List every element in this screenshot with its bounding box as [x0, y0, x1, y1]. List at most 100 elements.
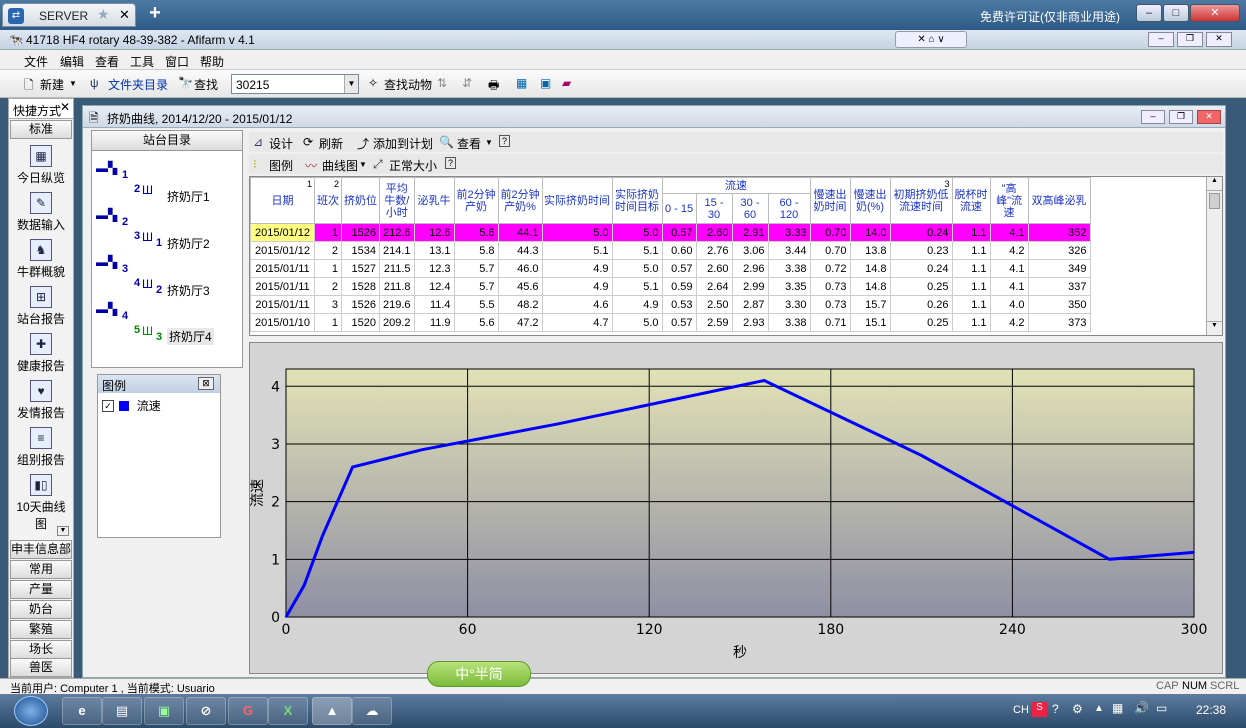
table-row[interactable]: 2015/01/11 1 1527 211.5 12.3 5.7 46.0 4.9 5.0 0.5… [250, 259, 1091, 278]
add-to-plan-button[interactable]: 添加到计划 [373, 135, 433, 152]
legend-checkbox[interactable]: ✓ [102, 399, 114, 412]
browser-g-icon[interactable]: G [228, 697, 268, 725]
ie-icon[interactable]: e [62, 697, 102, 725]
close-button[interactable]: ✕ [1190, 4, 1240, 22]
start-button[interactable] [14, 696, 48, 726]
app-minimize-button[interactable]: – [1148, 32, 1174, 47]
help-icon[interactable]: ? [499, 135, 510, 147]
table-row[interactable]: 2015/01/11 3 1526 219.6 11.4 5.5 48.2 4.6 4.9 0.5… [250, 295, 1091, 314]
col-yield-2min-pct[interactable]: 前2分钟产奶% [497, 177, 543, 224]
favorite-star-icon[interactable]: ★ [97, 6, 110, 23]
shortcut-heat-report[interactable]: ♥ 发情报告 [9, 380, 73, 421]
afifarm-taskbar-icon[interactable]: ▲ [312, 697, 352, 725]
shortcut-health-report[interactable]: ✚ 健康报告 [9, 333, 73, 374]
shortcut-group-standard[interactable]: 标准 [10, 120, 72, 139]
tree-parlor-1[interactable]: 挤奶厅1 [167, 188, 210, 205]
col-double-peak[interactable]: 双高峰泌乳 [1027, 177, 1091, 224]
table-row[interactable]: 2015/01/11 2 1528 211.8 12.4 5.7 45.6 4.9 5.1 0.5… [250, 277, 1091, 296]
tree-parlor-4[interactable]: 挤奶厅4 [167, 328, 214, 345]
design-button[interactable]: 设计 [269, 135, 293, 152]
volume-icon[interactable]: 🔊 [1134, 701, 1149, 715]
new-dropdown-icon[interactable]: ▼ [69, 79, 77, 88]
close-icon[interactable]: ✕ [60, 100, 70, 114]
col-slow-pct[interactable]: 慢速出奶(%) [849, 177, 891, 224]
scroll-down-icon[interactable]: ▼ [1207, 321, 1222, 335]
view-dropdown-icon[interactable]: ▼ [485, 138, 493, 147]
app-green-icon[interactable]: ▣ [144, 697, 184, 725]
menu-help[interactable]: 帮助 [200, 53, 224, 70]
legend-toggle-button[interactable]: 图例 [269, 157, 293, 174]
tree-header[interactable]: 站台目录 [92, 131, 242, 151]
refresh-button[interactable]: 刷新 [319, 135, 343, 152]
menu-view[interactable]: 查看 [95, 53, 119, 70]
group-button-4[interactable]: 奶台 [10, 600, 72, 619]
col-flow-30-60[interactable]: 30 - 60 [731, 193, 769, 224]
view-button[interactable]: 查看 [457, 135, 481, 152]
legend-close-icon[interactable]: ⊠ [198, 377, 214, 390]
menu-tools[interactable]: 工具 [130, 53, 154, 70]
new-tab-icon[interactable]: + [145, 3, 165, 25]
view-controls[interactable]: ✕ ⌂ ∨ [895, 31, 967, 48]
col-flow-0-15[interactable]: 0 - 15 [661, 193, 697, 224]
chevron-down-icon[interactable]: ▼ [344, 75, 358, 93]
col-initial-low[interactable]: 3 初期挤奶低流速时间 [889, 177, 953, 224]
col-flow-15-30[interactable]: 15 - 30 [695, 193, 733, 224]
book-icon[interactable]: ▰ [562, 76, 571, 90]
group-button-7[interactable]: 兽医 [10, 658, 72, 677]
vertical-scrollbar[interactable]: ▲ ▼ [1206, 177, 1222, 335]
doc-minimize-button[interactable]: – [1141, 110, 1165, 124]
curve-dropdown-icon[interactable]: ▼ [359, 160, 367, 169]
table-row[interactable]: 2015/01/12 2 1534 214.1 13.1 5.8 44.3 5.1 5.1 0.6… [250, 241, 1091, 260]
col-detach[interactable]: 脱杯时流速 [951, 177, 991, 224]
new-button[interactable]: 新建 [40, 76, 64, 93]
scroll-down-icon[interactable]: ▼ [57, 526, 69, 536]
explorer-icon[interactable]: ▤ [102, 697, 142, 725]
maximize-button[interactable]: □ [1163, 4, 1189, 22]
tile-icon[interactable]: ▦ [516, 76, 527, 90]
col-avg-cows[interactable]: 平均牛数/小时 [379, 177, 415, 224]
cloud-app-icon[interactable]: ☁ [352, 697, 392, 725]
shortcut-herd-overview[interactable]: ♞ 牛群概貌 [9, 239, 73, 280]
ime-indicator[interactable]: 中°半简 [427, 661, 531, 687]
language-indicator[interactable]: CH [1013, 704, 1029, 716]
find-animal-button[interactable]: 查找动物 [384, 76, 432, 93]
search-combobox[interactable]: 30215 ▼ [231, 74, 359, 94]
cascade-icon[interactable]: ▣ [540, 76, 551, 90]
table-row[interactable]: 2015/01/10 1 1520 209.2 11.9 5.6 47.2 4.7 5.0 0.5… [250, 313, 1091, 332]
print-icon[interactable]: 🖶 [488, 76, 499, 97]
col-shift[interactable]: 2 班次 [314, 177, 342, 224]
doc-restore-button[interactable]: ❐ [1169, 110, 1193, 124]
excel-icon[interactable]: X [268, 697, 308, 725]
normal-size-button[interactable]: 正常大小 [389, 157, 437, 174]
table-row[interactable]: 2015/01/12 1 1526 212.6 12.6 5.6 44.1 5.0 5.0 0.5… [250, 223, 1091, 242]
curve-chart-button[interactable]: 曲线图 [322, 157, 358, 174]
scroll-thumb[interactable] [1209, 193, 1220, 209]
col-lactating[interactable]: 泌乳牛 [413, 177, 455, 224]
app-circle-icon[interactable]: ⊘ [186, 697, 226, 725]
app-close-button[interactable]: ✕ [1206, 32, 1232, 47]
col-target[interactable]: 实际挤奶时间目标 [611, 177, 663, 224]
col-flow-group[interactable]: 流速 [661, 177, 811, 194]
shortcut-group-report[interactable]: ≡ 组别报告 [9, 427, 73, 468]
group-button-3[interactable]: 产量 [10, 580, 72, 599]
shortcut-data-entry[interactable]: ✎ 数据输入 [9, 192, 73, 233]
menu-window[interactable]: 窗口 [165, 53, 189, 70]
find-button[interactable]: 查找 [194, 76, 218, 93]
group-button-6[interactable]: 场长 [10, 640, 72, 659]
minimize-button[interactable]: – [1136, 4, 1162, 22]
tree-parlor-3[interactable]: 挤奶厅3 [167, 282, 210, 299]
clock[interactable]: 22:38 [1196, 703, 1226, 717]
help-tray-icon[interactable]: ? [1052, 702, 1059, 716]
col-date[interactable]: 1 日期 [250, 177, 315, 224]
close-tab-icon[interactable]: ✕ [119, 7, 130, 23]
shortcut-today-overview[interactable]: ▦ 今日纵览 [9, 145, 73, 186]
scroll-up-icon[interactable]: ▲ [1207, 177, 1222, 191]
col-stall[interactable]: 挤奶位 [341, 177, 380, 224]
shortcut-10day-curve[interactable]: ▮▯ 10天曲线图 [11, 474, 71, 532]
monitor-icon[interactable]: ▭ [1156, 701, 1167, 715]
col-slow-time[interactable]: 慢速出奶时间 [809, 177, 851, 224]
sort-desc-icon[interactable]: ⇵ [462, 76, 472, 90]
col-actual-time[interactable]: 实际挤奶时间 [541, 177, 613, 224]
help-icon[interactable]: ? [445, 157, 456, 169]
ime-s-icon[interactable]: S [1032, 702, 1047, 717]
